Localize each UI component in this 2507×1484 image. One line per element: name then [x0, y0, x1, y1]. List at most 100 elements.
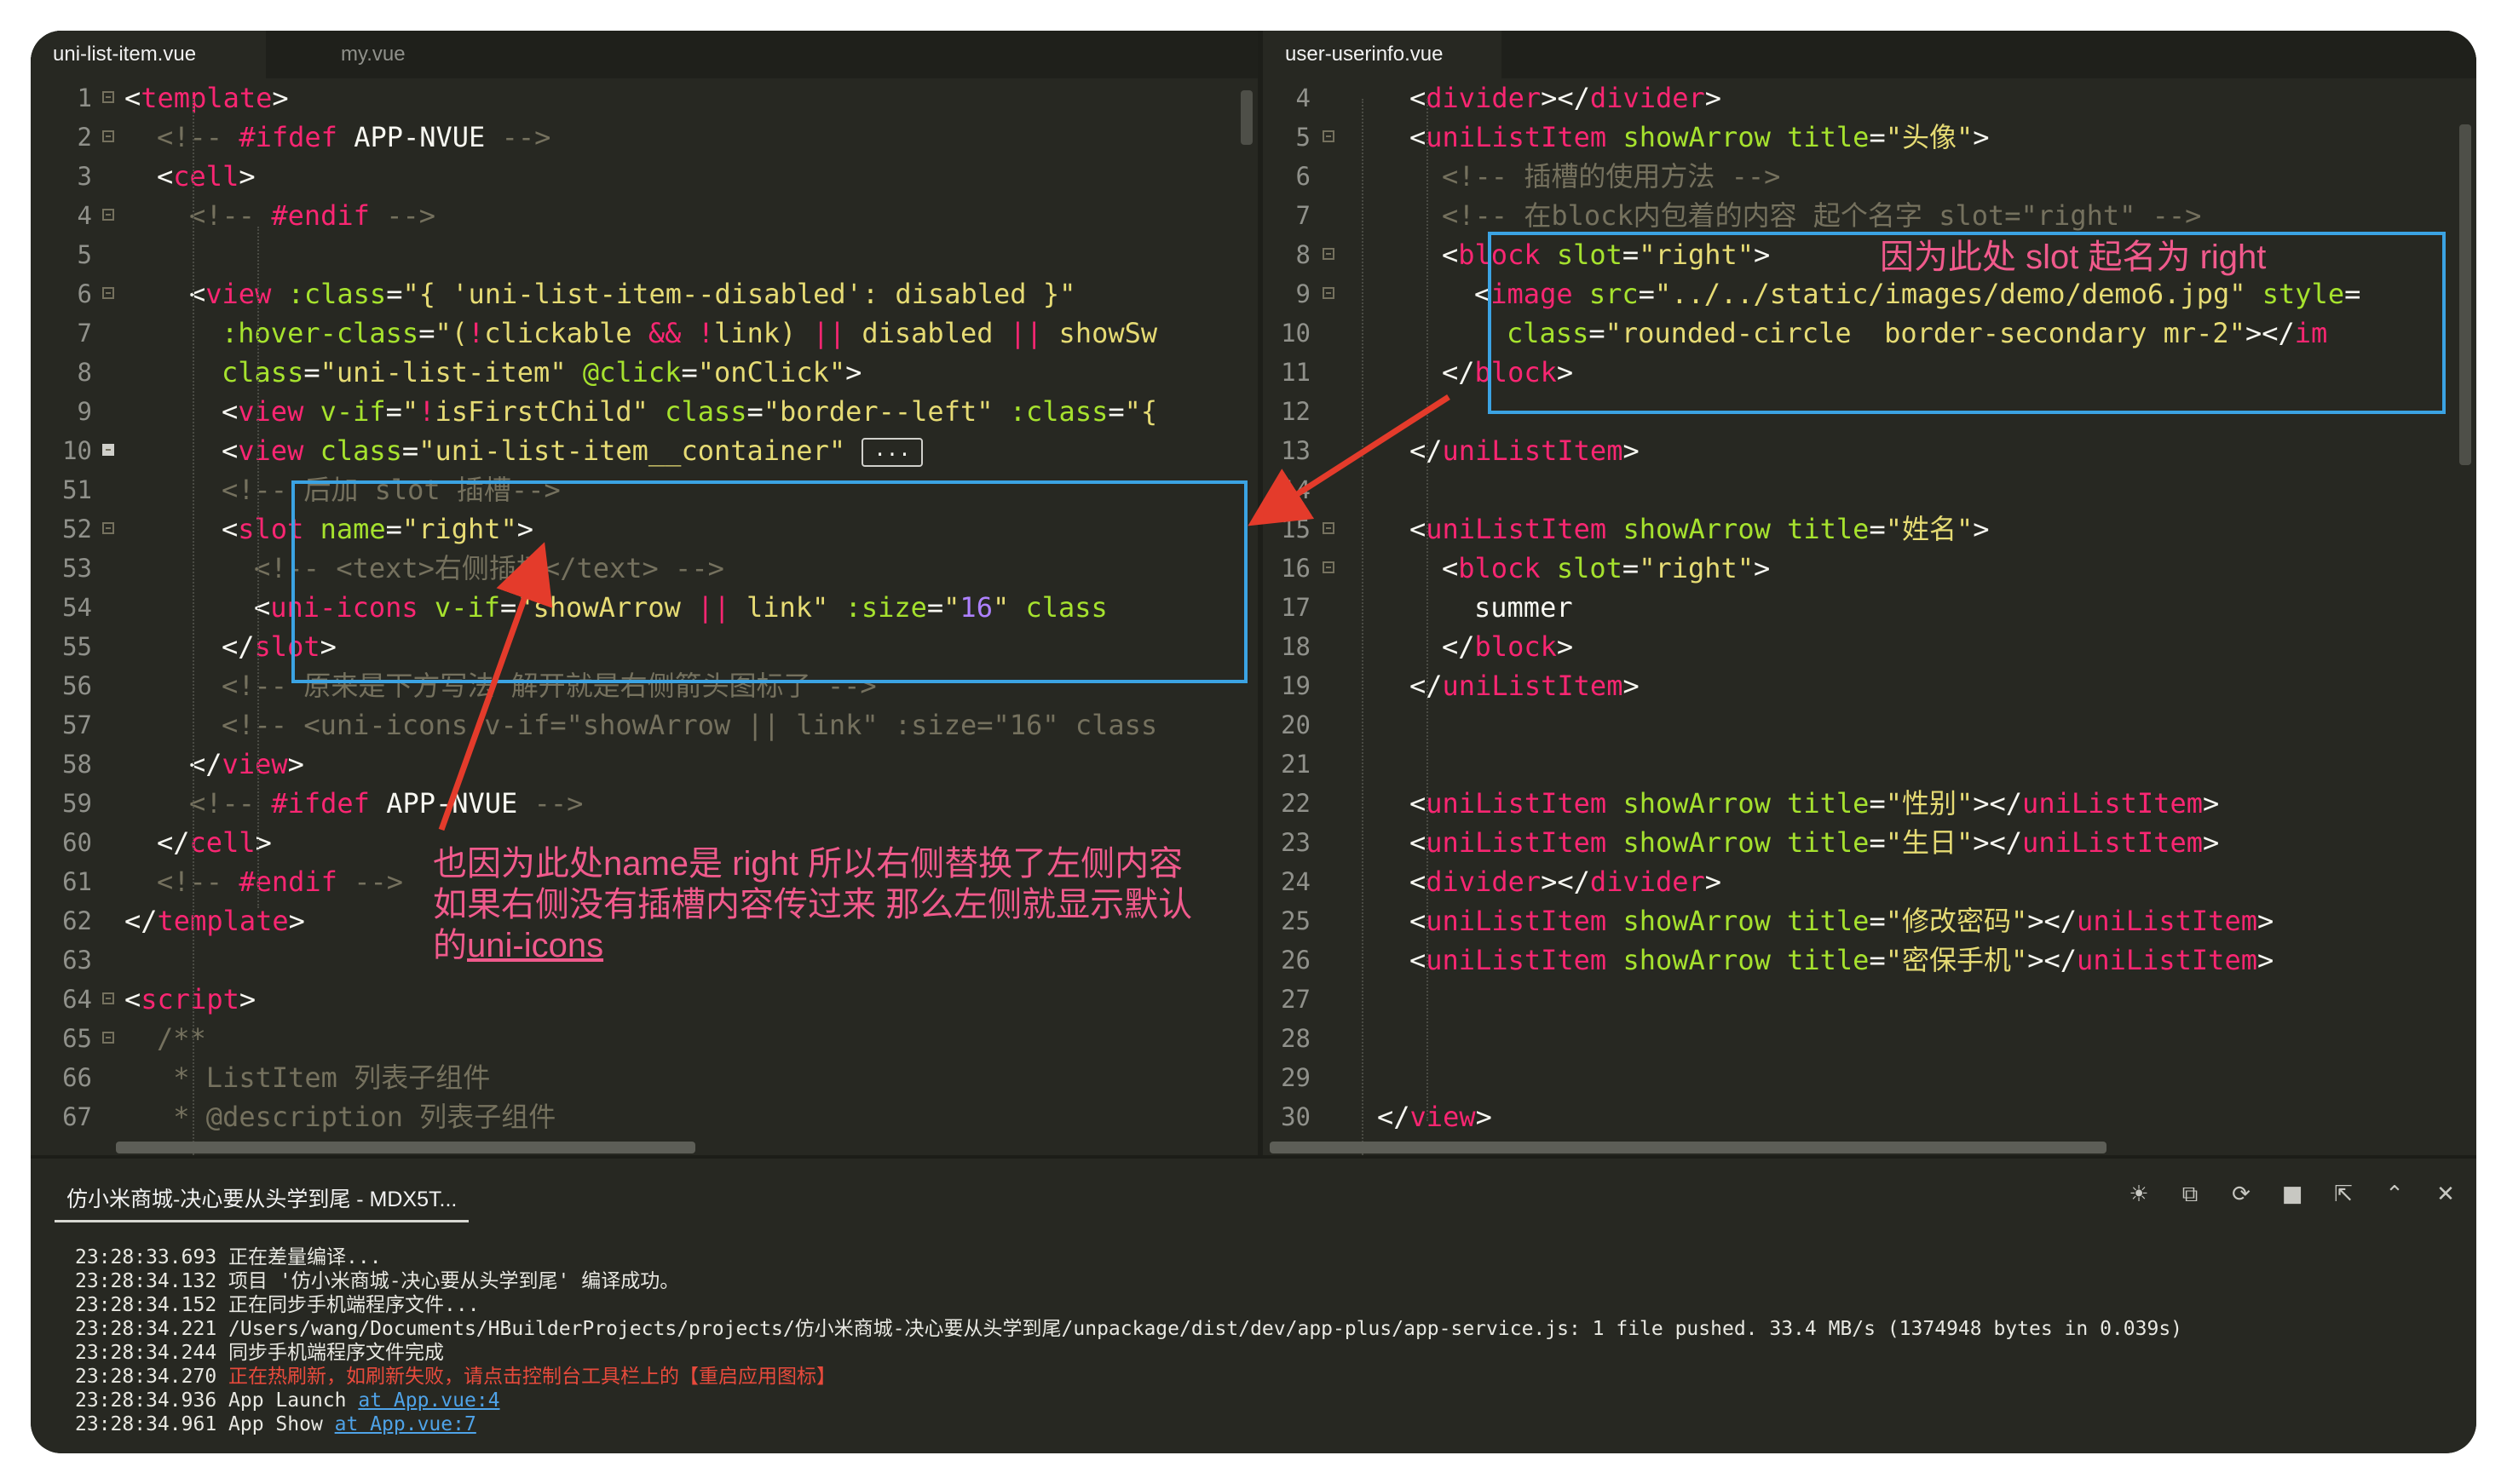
line-number: 2 — [77, 123, 92, 152]
tab-uni-list-item[interactable]: uni-list-item.vue — [31, 31, 266, 78]
code-line[interactable]: 25 <uniListItem showArrow title="修改密码"></… — [1263, 901, 2476, 940]
code-line[interactable]: 6 <!-- 插槽的使用方法 --> — [1263, 157, 2476, 196]
code-line[interactable]: 21 — [1263, 745, 2476, 784]
collapse-fold-icon[interactable] — [102, 287, 114, 299]
code-token: > — [288, 905, 305, 937]
close-icon[interactable]: ✕ — [2432, 1181, 2459, 1208]
left-tab-bar: uni-list-item.vue my.vue — [31, 31, 1258, 78]
code-line[interactable]: 59 <!-- #ifdef APP-NVUE --> — [31, 784, 1258, 823]
code-text: * @description 列表子组件 — [124, 1097, 1258, 1136]
code-line[interactable]: 1 <template> — [31, 78, 1258, 118]
code-token: disabled — [845, 317, 1010, 349]
left-vertical-scrollbar[interactable] — [1241, 90, 1253, 145]
code-text: <!-- #ifdef APP-NVUE --> — [124, 118, 1258, 157]
code-line[interactable]: 4 <divider></divider> — [1263, 78, 2476, 118]
line-number: 17 — [1281, 593, 1311, 622]
code-text: /** — [124, 1019, 1258, 1058]
collapse-fold-icon[interactable] — [1323, 287, 1334, 299]
code-token: showArrow — [1622, 787, 1771, 820]
code-line[interactable]: 16 <block slot="right"> — [1263, 549, 2476, 588]
editor-window: uni-list-item.vue my.vue 1 <template> 2 <!-… — [31, 31, 2476, 1453]
code-line[interactable]: 7 <!-- 在block内包着的内容 起个名字 slot="right" --> — [1263, 196, 2476, 235]
code-token: title — [1787, 944, 1870, 976]
code-token: uniListItem — [2077, 944, 2257, 976]
left-horizontal-scrollbar[interactable] — [116, 1142, 695, 1153]
collapse-fold-icon[interactable] — [1323, 561, 1334, 573]
code-token: < — [222, 513, 239, 545]
code-line[interactable]: 26 <uniListItem showArrow title="密保手机"></… — [1263, 940, 2476, 980]
code-line[interactable]: 2 <!-- #ifdef APP-NVUE --> — [31, 118, 1258, 157]
stop-icon[interactable]: ■ — [2279, 1181, 2306, 1208]
code-line[interactable]: 28 — [1263, 1019, 2476, 1058]
log-timestamp: 23:28:34.244 — [75, 1342, 229, 1364]
code-text: <uniListItem showArrow title="生日"></uniL… — [1345, 823, 2476, 862]
code-line[interactable]: 18 </block> — [1263, 627, 2476, 666]
new-window-icon[interactable]: ⧉ — [2176, 1181, 2204, 1208]
code-line[interactable]: 57 <!-- <uni-icons v-if="showArrow || lin… — [31, 705, 1258, 745]
code-line[interactable]: 22 <uniListItem showArrow title="性别"></un… — [1263, 784, 2476, 823]
code-line[interactable]: 15 <uniListItem showArrow title="姓名"> — [1263, 509, 2476, 549]
collapse-fold-icon[interactable] — [102, 1032, 114, 1044]
code-line[interactable]: 66 * ListItem 列表子组件 — [31, 1058, 1258, 1097]
code-line[interactable]: 19 </uniListItem> — [1263, 666, 2476, 705]
right-horizontal-scrollbar[interactable] — [1270, 1142, 2106, 1153]
code-line[interactable]: 10 <view class="uni-list-item__container"… — [31, 431, 1258, 470]
external-link-icon[interactable]: ⇱ — [2330, 1181, 2357, 1208]
collapse-fold-icon[interactable] — [102, 522, 114, 534]
code-line[interactable]: 67 * @description 列表子组件 — [31, 1097, 1258, 1136]
line-number: 5 — [1295, 123, 1311, 152]
collapse-fold-icon[interactable] — [102, 992, 114, 1004]
expand-fold-icon[interactable] — [102, 444, 114, 456]
right-vertical-scrollbar[interactable] — [2459, 124, 2471, 465]
code-token: <!-- <uni-icons v-if="showArrow || link"… — [222, 709, 1158, 741]
code-line[interactable]: 30 </view> — [1263, 1097, 2476, 1136]
code-token: "生日" — [1885, 826, 1974, 859]
code-line[interactable]: 58 </view> — [31, 745, 1258, 784]
console-tab[interactable]: 仿小米商城-决心要从头学到尾 - MDX5T... — [55, 1179, 470, 1222]
code-line[interactable]: 27 — [1263, 980, 2476, 1019]
code-line[interactable]: 14 — [1263, 470, 2476, 509]
bug-icon[interactable]: ☀ — [2125, 1181, 2153, 1208]
code-text: <!-- 在block内包着的内容 起个名字 slot="right" --> — [1345, 196, 2476, 235]
code-line[interactable]: 20 — [1263, 705, 2476, 745]
code-line[interactable]: 13 </uniListItem> — [1263, 431, 2476, 470]
code-token: divider — [1589, 866, 1705, 898]
indent-guide — [193, 99, 194, 1155]
log-timestamp: 23:28:33.693 — [75, 1246, 229, 1268]
code-line[interactable]: 6 <view :class="{ 'uni-list-item--disable… — [31, 274, 1258, 313]
code-token: < — [1409, 905, 1426, 937]
code-line[interactable]: 24 <divider></divider> — [1263, 862, 2476, 901]
log-source-link[interactable]: at App.vue:4 — [358, 1389, 499, 1412]
collapse-fold-icon[interactable] — [1323, 522, 1334, 534]
code-line[interactable]: 23 <uniListItem showArrow title="生日"></un… — [1263, 823, 2476, 862]
tab-my-vue[interactable]: my.vue — [319, 31, 428, 78]
code-line[interactable]: 64 <script> — [31, 980, 1258, 1019]
code-line[interactable]: 9 <view v-if="!isFirstChild" class="borde… — [31, 392, 1258, 431]
code-line[interactable]: 5 <uniListItem showArrow title="头像"> — [1263, 118, 2476, 157]
code-line[interactable]: 29 — [1263, 1058, 2476, 1097]
code-token: uniListItem — [1426, 826, 1607, 859]
code-token: "{ 'uni-list-item--disabled': disabled }… — [402, 278, 1076, 310]
collapse-fold-icon[interactable] — [102, 209, 114, 221]
collapse-fold-icon[interactable] — [102, 91, 114, 103]
collapse-fold-icon[interactable] — [1323, 248, 1334, 260]
code-line[interactable]: 5 — [31, 235, 1258, 274]
code-line[interactable]: 7:hover-class="(!clickable && !link) || … — [31, 313, 1258, 353]
log-source-link[interactable]: at App.vue:7 — [335, 1413, 476, 1435]
code-line[interactable]: 65 /** — [31, 1019, 1258, 1058]
folded-code-badge[interactable]: ... — [862, 438, 923, 467]
refresh-icon[interactable]: ⟳ — [2227, 1181, 2255, 1208]
code-text: <!-- #endif --> — [124, 196, 1258, 235]
code-line[interactable]: 17 summer — [1263, 588, 2476, 627]
code-token: > — [1754, 552, 1771, 584]
collapse-fold-icon[interactable] — [102, 130, 114, 142]
code-line[interactable]: 8 class="uni-list-item" @click="onClick"> — [31, 353, 1258, 392]
line-number: 24 — [1281, 867, 1311, 896]
code-token: < — [124, 983, 141, 1015]
line-number: 22 — [1281, 789, 1311, 818]
code-line[interactable]: 4 <!-- #endif --> — [31, 196, 1258, 235]
code-line[interactable]: 3 <cell> — [31, 157, 1258, 196]
chevron-up-icon[interactable]: ⌃ — [2381, 1181, 2408, 1208]
collapse-fold-icon[interactable] — [1323, 130, 1334, 142]
tab-user-userinfo[interactable]: user-userinfo.vue — [1263, 31, 1501, 78]
